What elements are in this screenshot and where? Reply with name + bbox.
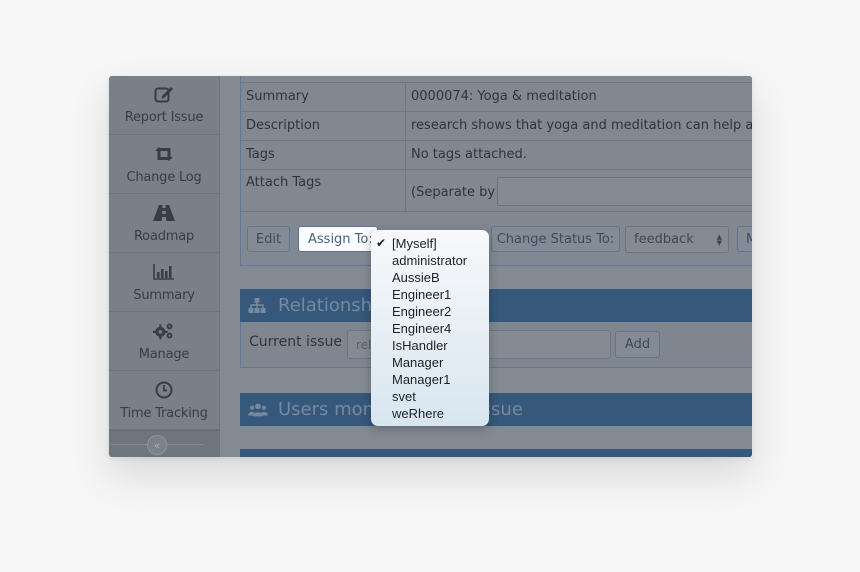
collapse-sidebar-button[interactable]: « [147, 435, 167, 455]
clock-icon [153, 380, 175, 400]
sidebar-item-time-tracking[interactable]: Time Tracking [109, 371, 219, 430]
attach-tags-input[interactable] [497, 177, 752, 206]
retweet-icon [153, 144, 175, 164]
sidebar-collapse-row: « [109, 430, 220, 457]
dropdown-option[interactable]: weRhere [371, 405, 489, 422]
bar-chart-icon [153, 262, 175, 282]
option-label: weRhere [392, 406, 445, 421]
sidebar-item-roadmap[interactable]: Roadmap [109, 194, 219, 253]
option-label: svet [392, 389, 416, 404]
row-value: 0000074: Yoga & meditation [411, 89, 597, 104]
sidebar-item-manage[interactable]: Manage [109, 312, 219, 371]
users-icon [248, 402, 268, 418]
option-label: AussieB [392, 270, 440, 285]
dropdown-option[interactable]: AussieB [371, 269, 489, 286]
row-value: No tags attached. [411, 147, 527, 162]
gears-icon [153, 321, 175, 341]
dropdown-option[interactable]: Engineer2 [371, 303, 489, 320]
double-chevron-left-icon: « [153, 438, 161, 452]
column-divider [405, 170, 406, 211]
row-label: Description [246, 118, 321, 133]
row-label: Tags [246, 147, 275, 162]
edit-icon [153, 84, 175, 104]
dropdown-option[interactable]: Engineer1 [371, 286, 489, 303]
checkmark-icon: ✔ [376, 236, 387, 250]
next-section-header [240, 449, 752, 457]
details-row-summary: Summary 0000074: Yoga & meditation [241, 82, 752, 111]
sidebar-item-summary[interactable]: Summary [109, 253, 219, 312]
dropdown-option[interactable]: administrator [371, 252, 489, 269]
issue-details-card: Summary 0000074: Yoga & meditation Descr… [240, 76, 752, 266]
option-label: administrator [392, 253, 468, 268]
status-select[interactable]: feedback ▲ ▼ [625, 226, 729, 253]
dropdown-option[interactable]: svet [371, 388, 489, 405]
option-label: Engineer2 [392, 304, 452, 319]
option-label: Manager [392, 355, 444, 370]
sidebar-item-label: Manage [138, 347, 190, 362]
dropdown-option[interactable]: IsHandler [371, 337, 489, 354]
details-row-attach-tags: Attach Tags (Separate by ",") [241, 169, 752, 212]
sidebar-item-report-issue[interactable]: Report Issue [109, 76, 219, 135]
sidebar-item-change-log[interactable]: Change Log [109, 135, 219, 194]
current-issue-label: Current issue [249, 334, 342, 350]
row-label: Attach Tags [246, 175, 322, 190]
details-row-description: Description research shows that yoga and… [241, 111, 752, 140]
row-label: Summary [246, 89, 309, 104]
dropdown-option[interactable]: Manager [371, 354, 489, 371]
column-divider [405, 83, 406, 111]
relationships-header: Relationships [240, 289, 752, 322]
column-divider [405, 112, 406, 140]
sidebar-item-label: Summary [133, 288, 195, 303]
option-label: [Myself] [392, 236, 437, 251]
assign-to-button[interactable]: Assign To: [298, 226, 378, 252]
option-label: IsHandler [392, 338, 448, 353]
app-window: Report Issue Change Log Roadmap Summary … [109, 76, 752, 457]
assign-to-dropdown[interactable]: ✔ [Myself] administrator AussieB Engineer… [371, 230, 489, 426]
dropdown-option[interactable]: ✔ [Myself] [371, 235, 489, 252]
row-value: research shows that yoga and meditation … [411, 118, 752, 133]
dropdown-option[interactable]: Engineer4 [371, 320, 489, 337]
option-label: Engineer4 [392, 321, 452, 336]
more-button[interactable]: M [737, 226, 752, 252]
sidebar-item-label: Change Log [126, 170, 202, 185]
change-status-button[interactable]: Change Status To: [491, 226, 620, 252]
relationships-body: Current issue rel Add [240, 322, 752, 368]
sidebar: Report Issue Change Log Roadmap Summary … [109, 76, 220, 457]
option-label: Engineer1 [392, 287, 452, 302]
add-relationship-button[interactable]: Add [615, 331, 660, 358]
users-monitoring-header: Users monitoring this issue [240, 393, 752, 426]
column-divider [405, 141, 406, 169]
sidebar-item-label: Report Issue [124, 110, 204, 125]
sitemap-icon [248, 297, 268, 314]
status-select-value: feedback [634, 232, 694, 247]
sidebar-item-label: Time Tracking [120, 406, 208, 421]
edit-button[interactable]: Edit [247, 226, 290, 252]
option-label: Manager1 [392, 372, 451, 387]
road-icon [153, 203, 175, 223]
select-arrows-icon: ▲ ▼ [716, 233, 722, 247]
sidebar-item-label: Roadmap [133, 229, 195, 244]
dropdown-option[interactable]: Manager1 [371, 371, 489, 388]
details-row-tags: Tags No tags attached. [241, 140, 752, 169]
